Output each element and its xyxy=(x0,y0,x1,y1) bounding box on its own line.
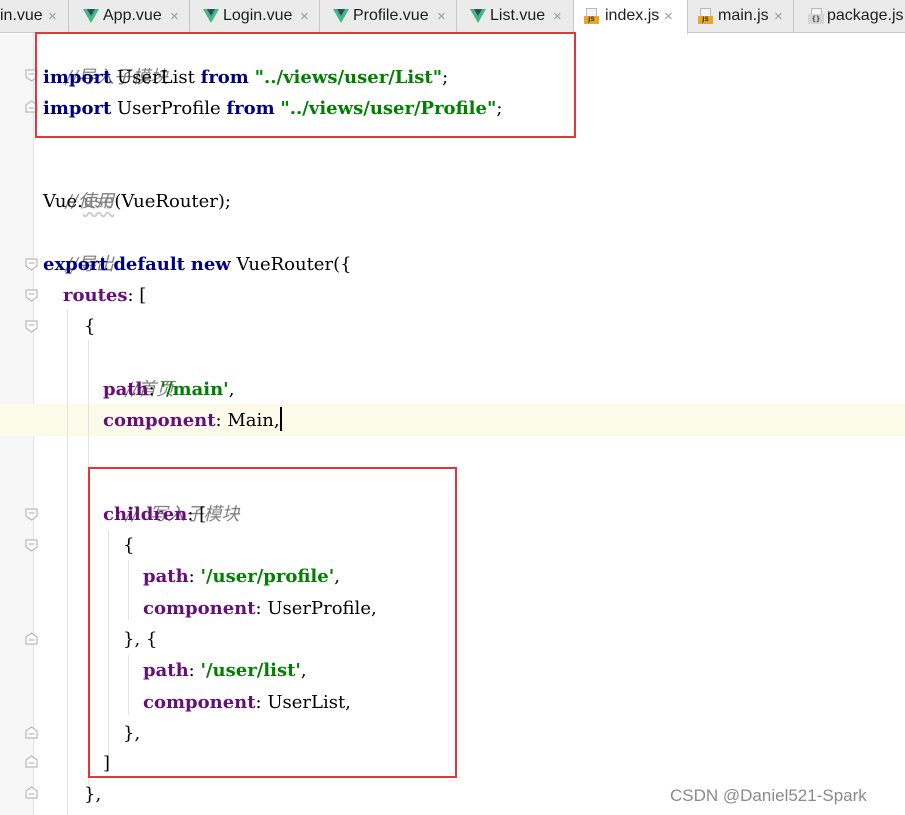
tab-label: App.vue xyxy=(103,7,162,24)
fold-open-icon[interactable] xyxy=(25,539,38,552)
arguments: (VueRouter); xyxy=(114,191,231,212)
code-line-10: { xyxy=(84,311,95,342)
code-line-12: path: '/main', xyxy=(103,374,234,405)
fold-open-icon[interactable] xyxy=(25,320,38,333)
tab-label: Profile.vue xyxy=(353,7,429,24)
code-line-5: //使用 xyxy=(43,155,114,212)
tab-label: Login.vue xyxy=(223,7,293,24)
fold-open-icon[interactable] xyxy=(25,258,38,271)
tab-package-json[interactable]: {} package.js xyxy=(794,0,905,33)
keyword: new xyxy=(190,254,231,275)
close-icon[interactable]: × xyxy=(300,8,309,25)
fold-close-icon[interactable] xyxy=(25,755,38,768)
vue-icon xyxy=(203,9,219,23)
tab-app-vue[interactable]: App.vue × xyxy=(69,0,190,33)
punctuation: { xyxy=(84,316,96,337)
watermark: CSDN @Daniel521-Spark xyxy=(670,786,867,805)
code-line-9: routes: [ xyxy=(63,280,146,311)
tab-index-js[interactable]: JS index.js × xyxy=(574,0,688,34)
annotation-box-imports xyxy=(35,32,576,138)
property-key: component xyxy=(103,410,216,431)
code-line-13: component: Main, xyxy=(103,405,282,436)
vue-icon xyxy=(333,9,349,23)
punctuation: : xyxy=(148,379,161,400)
identifier: VueRouter({ xyxy=(230,254,352,275)
tab-profile-vue[interactable]: Profile.vue × xyxy=(320,0,457,33)
close-icon[interactable]: × xyxy=(553,8,562,25)
tab-label: index.js xyxy=(605,7,660,24)
close-icon[interactable]: × xyxy=(774,8,783,25)
fold-open-icon[interactable] xyxy=(25,508,38,521)
code-line-25: }, xyxy=(84,779,101,810)
tab-main-vue[interactable]: in.vue × xyxy=(0,0,69,33)
punctuation: : [ xyxy=(127,285,147,306)
fold-close-icon[interactable] xyxy=(25,786,38,799)
identifier: Vue. xyxy=(43,191,83,212)
js-file-icon: JS xyxy=(584,8,600,25)
fold-open-icon[interactable] xyxy=(25,289,38,302)
method-call: use xyxy=(82,191,115,212)
editor-tab-bar: in.vue × App.vue × Login.vue × Profile.v… xyxy=(0,0,905,34)
tab-list-vue[interactable]: List.vue × xyxy=(457,0,574,33)
json-file-icon: {} xyxy=(808,8,824,25)
code-line-8: export default new VueRouter({ xyxy=(43,249,352,280)
string-literal: '/main' xyxy=(160,379,229,400)
punctuation: , xyxy=(228,379,235,400)
code-line-6: Vue.use(VueRouter); xyxy=(43,186,231,217)
tab-label: List.vue xyxy=(490,7,546,24)
close-icon[interactable]: × xyxy=(48,8,57,25)
annotation-box-children xyxy=(88,467,457,778)
fold-close-icon[interactable] xyxy=(25,632,38,645)
punctuation: }, xyxy=(84,784,102,805)
tab-login-vue[interactable]: Login.vue × xyxy=(190,0,320,33)
identifier: : Main, xyxy=(215,410,280,431)
code-line-7: //导出 xyxy=(43,218,114,275)
close-icon[interactable]: × xyxy=(664,8,673,25)
property-key: routes xyxy=(63,285,128,306)
code-line-11: //首页 xyxy=(103,343,174,400)
keyword: default xyxy=(113,254,185,275)
tab-label: in.vue xyxy=(0,7,43,24)
property-key: path xyxy=(103,379,149,400)
vue-icon xyxy=(83,9,99,23)
keyword: export xyxy=(43,254,108,275)
js-file-icon: JS xyxy=(698,8,714,25)
tab-label: package.js xyxy=(827,7,904,24)
indent-guide xyxy=(67,310,68,815)
close-icon[interactable]: × xyxy=(170,8,179,25)
vue-icon xyxy=(470,9,486,23)
tab-main-js[interactable]: JS main.js × xyxy=(688,0,794,33)
fold-close-icon[interactable] xyxy=(25,726,38,739)
text-caret xyxy=(279,407,282,431)
tab-label: main.js xyxy=(718,7,769,24)
close-icon[interactable]: × xyxy=(437,8,446,25)
